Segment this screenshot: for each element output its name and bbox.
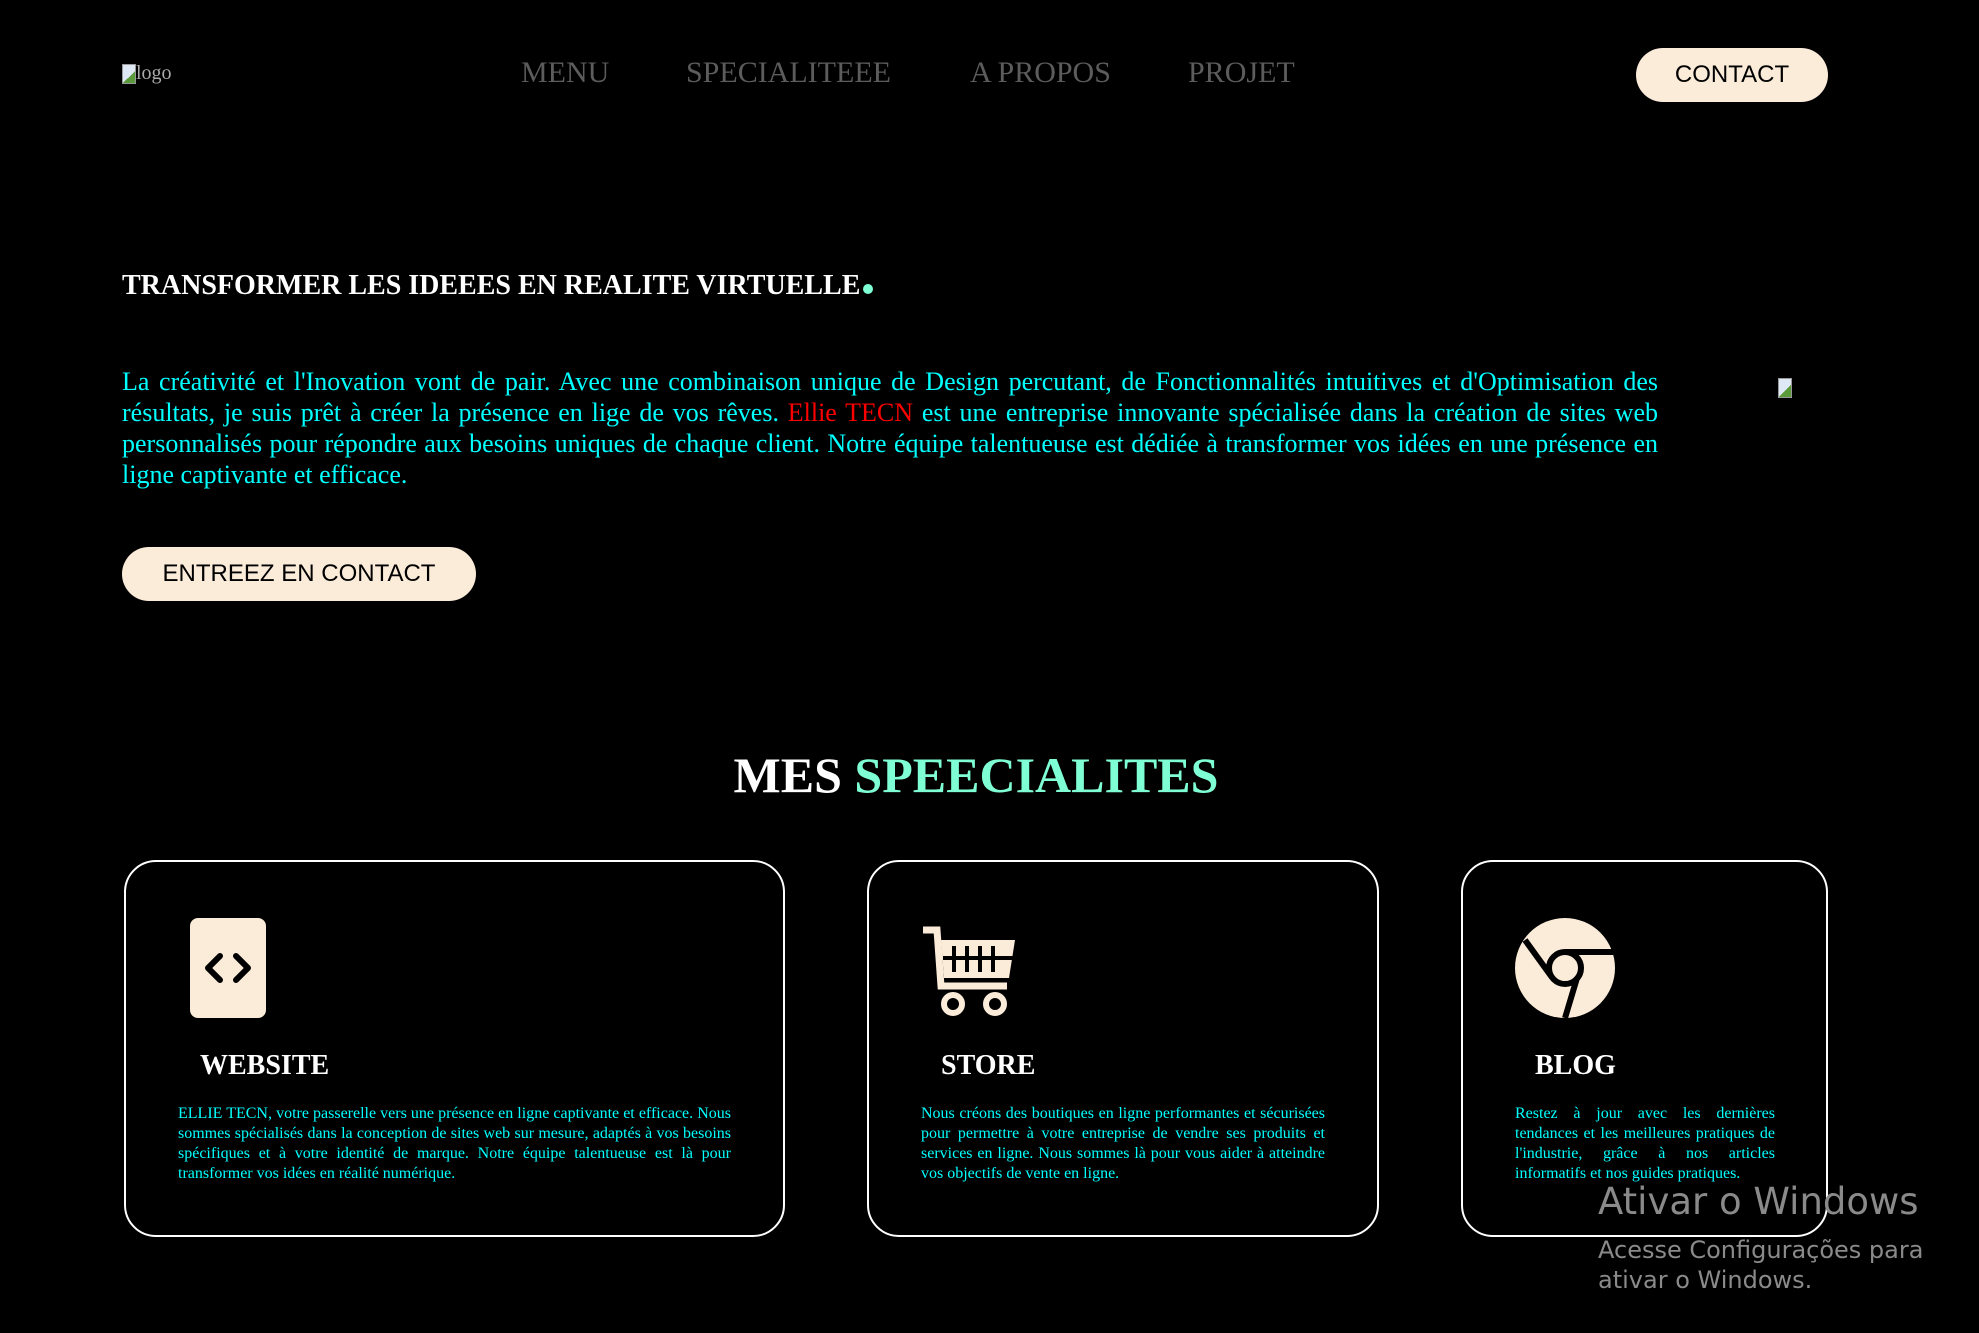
nav-specialites[interactable]: SPECIALITEEE	[686, 56, 891, 90]
contact-button[interactable]: CONTACT	[1636, 48, 1828, 102]
nav-projet[interactable]: PROJET	[1188, 56, 1295, 90]
nav-menu[interactable]: MENU	[521, 56, 609, 90]
logo[interactable]: logo	[122, 62, 172, 85]
chrome-icon	[1515, 918, 1615, 1018]
specialties-title-white: MES	[733, 747, 842, 803]
broken-image-icon	[122, 63, 136, 84]
accent-dot	[863, 284, 874, 294]
hero-image-broken-icon	[1778, 378, 1792, 398]
card-title: WEBSITE	[200, 1050, 330, 1081]
card-store: STORE Nous créons des boutiques en ligne…	[867, 860, 1379, 1237]
card-text: ELLIE TECN, votre passerelle vers une pr…	[178, 1105, 731, 1182]
hero-paragraph: La créativité et l'Inovation vont de pai…	[122, 366, 1658, 490]
hero-title-text: TRANSFORMER LES IDEEES EN REALITE VIRTUE…	[122, 270, 861, 301]
card-title: BLOG	[1535, 1050, 1616, 1081]
shopping-cart-icon	[923, 926, 1015, 1016]
card-text: Restez à jour avec les dernières tendanc…	[1515, 1105, 1775, 1182]
card-website: WEBSITE ELLIE TECN, votre passerelle ver…	[124, 860, 785, 1237]
card-text: Nous créons des boutiques en ligne perfo…	[921, 1105, 1325, 1182]
code-icon	[190, 918, 266, 1018]
specialties-title-accent: SPEECIALITES	[854, 747, 1219, 803]
specialties-title: MES SPEECIALITES	[0, 746, 1952, 804]
brand-name: Ellie TECN	[787, 398, 914, 427]
nav-a-propos[interactable]: A PROPOS	[970, 56, 1111, 90]
logo-alt-text: logo	[136, 62, 172, 84]
windows-activation-subtitle: Acesse Configurações para ativar o Windo…	[1598, 1236, 1924, 1294]
windows-activation-title: Ativar o Windows	[1598, 1180, 1919, 1223]
get-in-touch-button[interactable]: ENTREEZ EN CONTACT	[122, 547, 476, 601]
hero-title: TRANSFORMER LES IDEEES EN REALITE VIRTUE…	[122, 270, 874, 302]
card-title: STORE	[941, 1050, 1036, 1081]
